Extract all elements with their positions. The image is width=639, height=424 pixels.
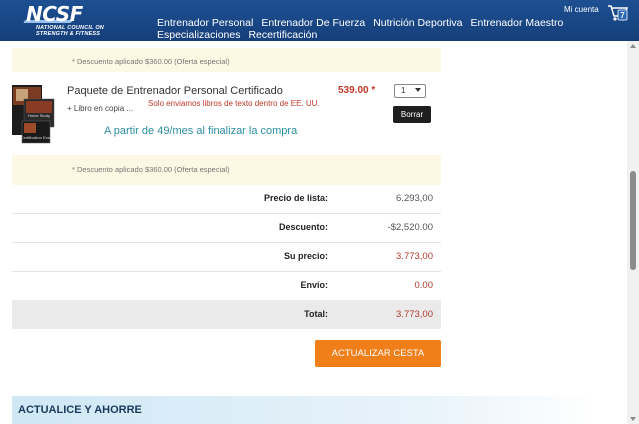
cart-icon: 7 [608,5,629,21]
thumb-label-home-study: Home Study [28,113,50,118]
cart-count: 7 [620,11,625,20]
logo-text: NCSF [26,2,83,26]
summary-row-total: Total: 3.773,00 [12,300,441,329]
summary-row-shipping: Envío: 0.00 [12,271,441,301]
shipping-note: Solo enviamos libros de texto dentro de … [148,99,320,108]
ncsf-logo[interactable]: NCSF NATIONAL COUNCIL ON STRENGTH & FITN… [23,2,124,40]
summary-label: Descuento: [278,222,328,232]
nav-item-specializations[interactable]: Especializaciones [157,29,240,41]
scroll-thumb[interactable] [630,171,636,270]
thumb-label-certification-exam: Certification Exam [21,135,54,140]
summary-value: 3.773,00 [396,251,433,262]
upgrade-title: ACTUALICE Y AHORRE [18,404,142,416]
site-header: NCSF NATIONAL COUNCIL ON STRENGTH & FITN… [0,0,639,41]
nav-item-recertification[interactable]: Recertificación [248,29,317,41]
summary-row-list-price: Precio de lista: 6.293,00 [12,184,441,214]
product-thumbnail[interactable]: Home Study Certification Exam [12,85,56,144]
product-price: 539.00 * [338,85,376,96]
summary-label: Envío: [300,280,328,290]
main-nav: Entrenador Personal Entrenador De Fuerza N… [157,17,577,41]
summary-row-discount: Descuento: -$2,520.00 [12,213,441,243]
remove-button[interactable]: Borrar [393,106,431,123]
update-cart-button[interactable]: ACTUALIZAR CESTA [315,340,441,367]
discount-text: * Descuento aplicado $360.00 (Oferta esp… [72,165,230,174]
scroll-down-arrow-icon[interactable] [630,417,636,421]
nav-item-master-trainer[interactable]: Entrenador Maestro [471,17,564,29]
discount-note-top: * Descuento aplicado $360.00 (Oferta esp… [12,48,441,72]
nav-item-strength-coach[interactable]: Entrenador De Fuerza [261,17,365,29]
summary-value: -$2,520.00 [387,222,433,233]
summary-value: 3.773,00 [396,309,433,320]
summary-row-your-price: Su precio: 3.773,00 [12,242,441,272]
summary-label: Precio de lista: [263,193,328,203]
financing-note: A partir de 49/mes al finalizar la compr… [104,125,298,137]
quantity-value: 1 [401,86,406,95]
chevron-down-icon [415,88,421,92]
discount-note-bottom: * Descuento aplicado $360.00 (Oferta esp… [12,155,441,185]
logo-subtitle: NATIONAL COUNCIL ON STRENGTH & FITNESS [36,25,104,37]
vertical-scrollbar[interactable] [627,41,639,424]
scroll-up-arrow-icon[interactable] [630,44,636,48]
product-image: Home Study Certification Exam [12,85,55,144]
summary-label: Total: [304,309,328,319]
cart-button[interactable]: 7 [607,3,629,23]
quantity-select[interactable]: 1 [394,84,426,98]
summary-label: Su precio: [283,251,328,261]
account-link[interactable]: Mi cuenta [564,5,599,14]
product-title[interactable]: Paquete de Entrenador Personal Certifica… [67,85,283,97]
summary-value: 6.293,00 [396,193,433,204]
discount-text: * Descuento aplicado $360.00 (Oferta esp… [72,57,230,66]
product-subtitle: + Libro en copia ... [67,104,134,113]
summary-value: 0.00 [414,280,434,291]
upgrade-section-header[interactable]: ACTUALICE Y AHORRE [12,396,598,424]
nav-item-sports-nutrition[interactable]: Nutrición Deportiva [373,17,462,29]
nav-item-personal-trainer[interactable]: Entrenador Personal [157,17,253,29]
